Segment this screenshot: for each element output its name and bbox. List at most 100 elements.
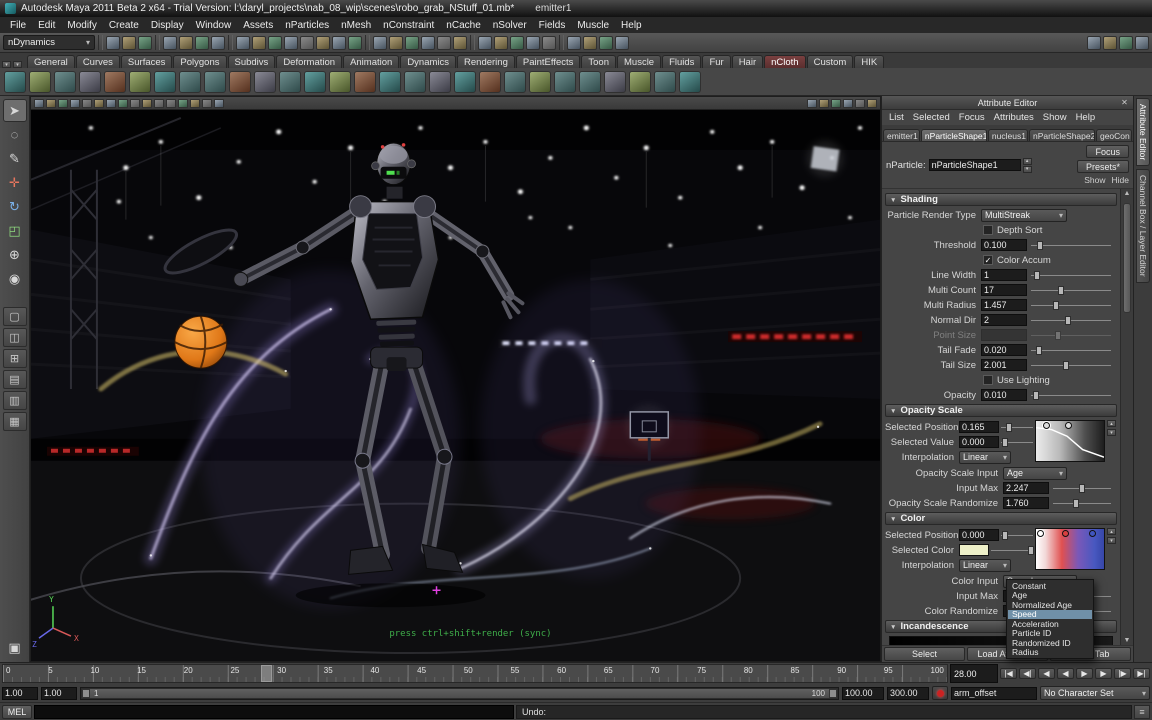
shelf-tool-icon[interactable] [279,71,301,93]
depth-sort-checkbox[interactable] [983,225,993,235]
color-interpolation-dropdown[interactable]: Linear [959,559,1011,572]
node-nav-down-icon[interactable] [1023,166,1032,173]
shelf-tab[interactable]: Deformation [276,55,342,68]
shelf-tool-icon[interactable] [379,71,401,93]
selection-mask-icon[interactable] [284,36,298,50]
ae-node-tab[interactable]: nParticleShape2 [1029,129,1095,141]
menu-item[interactable]: nCache [440,19,486,32]
timeline-ruler[interactable]: 0510152025303540455055606570758085909510… [2,664,948,683]
layout-preset-button[interactable]: ⊞ [3,349,27,368]
lasso-tool-icon[interactable]: ◌ [3,123,27,146]
menu-item[interactable]: Muscle [571,19,615,32]
shelf-tab[interactable]: Toon [581,55,616,68]
selection-mask-icon[interactable] [236,36,250,50]
menu-item[interactable]: Window [190,19,238,32]
selection-mode-icon[interactable] [179,36,193,50]
viewport-canvas[interactable]: press ctrl+shift+render (sync) Y X Z [31,110,880,661]
menu-item[interactable]: Create [103,19,145,32]
move-tool-icon[interactable]: ✛ [3,171,27,194]
node-name-field[interactable] [929,159,1021,171]
selected-color-swatch[interactable] [959,544,989,556]
panel-toolbar-icon[interactable] [82,99,92,108]
playback-button[interactable]: ◀| [1019,668,1036,679]
shelf-tool-icon[interactable] [479,71,501,93]
status-group-divider[interactable] [98,35,103,50]
line-width-field[interactable] [981,269,1027,281]
tail-size-slider[interactable] [1031,359,1111,371]
dropdown-option[interactable]: Speed [1008,610,1092,620]
history-icon[interactable] [494,36,508,50]
selection-mask-icon[interactable] [348,36,362,50]
os-input-max-slider[interactable] [1053,482,1111,494]
shelf-tool-icon[interactable] [429,71,451,93]
selection-mode-icon[interactable] [163,36,177,50]
menu-item[interactable]: Assets [237,19,279,32]
threshold-field[interactable] [981,239,1027,251]
ae-menu-item[interactable]: Focus [955,112,989,123]
shelf-tab[interactable]: Animation [343,55,399,68]
shelf-tool-icon[interactable] [554,71,576,93]
character-set-dropdown[interactable]: No Character Set [1040,686,1150,700]
range-handle-right[interactable] [829,689,837,698]
panel-toolbar-icon[interactable] [154,99,164,108]
menu-item[interactable]: Help [615,19,648,32]
section-header-shading[interactable]: Shading [885,193,1117,206]
shelf-tool-icon[interactable] [579,71,601,93]
shelf-tool-icon[interactable] [4,71,26,93]
menu-item[interactable]: nSolver [487,19,533,32]
shelf-tool-icon[interactable] [179,71,201,93]
panel-toolbar-icon[interactable] [214,99,224,108]
panel-toolbar-icon[interactable] [855,99,865,108]
shelf-tool-icon[interactable] [454,71,476,93]
color-selected-position-slider[interactable] [1001,529,1033,541]
dropdown-option[interactable]: Particle ID [1008,629,1092,639]
shelf-tab[interactable]: Custom [807,55,854,68]
ramp-handle[interactable] [1065,422,1072,429]
os-randomize-slider[interactable] [1053,497,1111,509]
status-group-divider[interactable] [365,35,370,50]
node-nav-up-icon[interactable] [1023,158,1032,165]
hide-button[interactable]: Hide [1112,175,1129,185]
os-randomize-field[interactable] [1003,497,1049,509]
dropdown-option[interactable]: Normalized Age [1008,600,1092,610]
dropdown-option[interactable]: Randomized ID [1008,638,1092,648]
multi-radius-slider[interactable] [1031,299,1111,311]
shelf-tab[interactable]: Rendering [457,55,515,68]
layout-preset-button[interactable]: ▦ [3,412,27,431]
soft-mod-tool-icon[interactable]: ◉ [3,267,27,290]
color-ramp[interactable] [1035,528,1105,570]
ramp-handle[interactable] [1089,530,1096,537]
scroll-up-icon[interactable] [1124,190,1131,197]
ramp-scroll-up-icon[interactable] [1107,420,1116,427]
selection-mask-icon[interactable] [300,36,314,50]
dropdown-option[interactable]: Constant [1008,581,1092,591]
os-selected-position-slider[interactable] [1001,421,1033,433]
focus-button[interactable]: Focus [1086,145,1129,158]
ramp-handle[interactable] [1062,530,1069,537]
shelf-tab[interactable]: Fur [702,55,730,68]
menu-set-dropdown[interactable]: nDynamics [3,35,95,50]
dropdown-option[interactable]: Radius [1008,648,1092,658]
ae-menu-item[interactable]: Help [1072,112,1100,123]
snap-icon[interactable] [389,36,403,50]
os-selected-value-slider[interactable] [1001,436,1033,448]
ae-node-tab[interactable]: emitter1 [883,129,920,141]
panel-toolbar-icon[interactable] [178,99,188,108]
ramp-scroll-down-icon[interactable] [1107,537,1116,544]
panel-toolbar-icon[interactable] [94,99,104,108]
animation-end-field[interactable] [887,687,929,700]
shelf-tool-icon[interactable] [629,71,651,93]
dropdown-option[interactable]: Age [1008,591,1092,601]
shelf-menu-icon[interactable] [2,61,11,68]
layout-preset-button[interactable]: ▤ [3,370,27,389]
layout-extra-icon[interactable]: ▣ [3,636,27,659]
selection-mode-icon[interactable] [211,36,225,50]
color-selected-position-field[interactable] [959,529,999,541]
character-field[interactable] [951,687,1037,700]
panel-toolbar-icon[interactable] [70,99,80,108]
shelf-tool-icon[interactable] [604,71,626,93]
panel-toolbar-icon[interactable] [118,99,128,108]
menu-item[interactable]: nConstraint [377,19,440,32]
shelf-tool-icon[interactable] [204,71,226,93]
tail-fade-slider[interactable] [1031,344,1111,356]
